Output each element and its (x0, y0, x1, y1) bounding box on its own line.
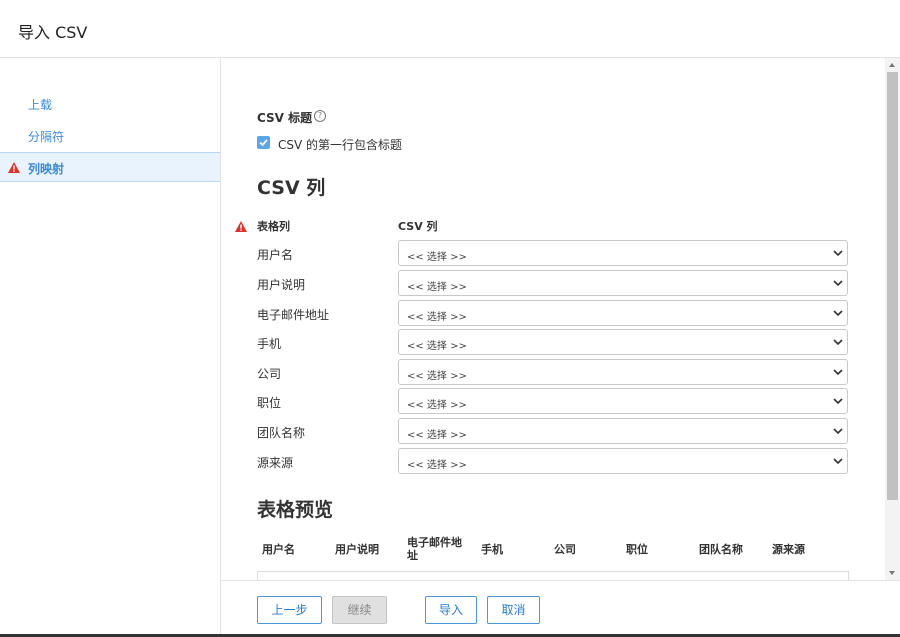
chevron-down-icon (833, 279, 843, 287)
chevron-down-icon (833, 309, 843, 317)
select-value: << 选择 >> (407, 426, 467, 441)
mapping-field-label: 源来源 (257, 454, 293, 471)
mapping-row: 公司 << 选择 >> (221, 358, 885, 386)
preview-column-header: 公司 (554, 543, 576, 556)
warning-icon (235, 217, 247, 228)
csv-column-select[interactable]: << 选择 >> (398, 448, 848, 474)
preview-column-header: 职位 (626, 543, 648, 556)
csv-column-select[interactable]: << 选择 >> (398, 329, 848, 355)
preview-column-header: 用户说明 (335, 543, 379, 556)
sidebar-item-label: 分隔符 (28, 128, 64, 145)
csv-column-select[interactable]: << 选择 >> (398, 359, 848, 385)
mapping-field-label: 手机 (257, 335, 281, 352)
mapping-row: 团队名称 << 选择 >> (221, 417, 885, 445)
import-csv-dialog: 导入 CSV 上载 分隔符 列映射 CSV 标题 ? CSV 的第一行包含标题 … (0, 0, 900, 637)
sidebar-item-column-mapping[interactable]: 列映射 (0, 152, 220, 182)
back-button[interactable]: 上一步 (257, 596, 322, 624)
mapping-field-label: 职位 (257, 394, 281, 411)
mapping-field-label: 团队名称 (257, 424, 305, 441)
mapping-row: 用户说明 << 选择 >> (221, 269, 885, 297)
chevron-down-icon (833, 338, 843, 346)
csv-column-select[interactable]: << 选择 >> (398, 388, 848, 414)
csv-column-select[interactable]: << 选择 >> (398, 270, 848, 296)
scroll-up-icon[interactable] (889, 63, 895, 67)
mapping-row: 用户名 << 选择 >> (221, 239, 885, 267)
first-row-header-label[interactable]: CSV 的第一行包含标题 (278, 136, 402, 153)
csv-column-select[interactable]: << 选择 >> (398, 240, 848, 266)
help-icon[interactable]: ? (314, 110, 326, 122)
mapping-row: 电子邮件地址 << 选择 >> (221, 299, 885, 327)
mapping-field-label: 电子邮件地址 (257, 306, 329, 323)
cancel-button[interactable]: 取消 (487, 596, 540, 624)
table-preview-title: 表格预览 (257, 495, 333, 522)
csv-column-header: CSV 列 (398, 218, 438, 234)
dialog-title: 导入 CSV (18, 19, 87, 43)
sidebar-item-delimiter[interactable]: 分隔符 (0, 120, 220, 150)
mapping-field-label: 用户说明 (257, 276, 305, 293)
chevron-down-icon (833, 457, 843, 465)
preview-column-header: 团队名称 (699, 543, 743, 556)
preview-column-header: 源来源 (772, 543, 805, 556)
mapping-field-label: 用户名 (257, 246, 293, 263)
select-value: << 选择 >> (407, 278, 467, 293)
preview-column-header: 用户名 (262, 543, 295, 556)
chevron-down-icon (833, 249, 843, 257)
mapping-row: 职位 << 选择 >> (221, 387, 885, 415)
main-content: CSV 标题 ? CSV 的第一行包含标题 CSV 列 表格列 CSV 列 用户… (221, 58, 885, 580)
chevron-down-icon (833, 368, 843, 376)
sidebar-item-label: 列映射 (28, 160, 64, 177)
first-row-header-checkbox[interactable] (257, 136, 270, 149)
chevron-down-icon (833, 397, 843, 405)
select-value: << 选择 >> (407, 396, 467, 411)
mapping-row: 手机 << 选择 >> (221, 328, 885, 356)
csv-columns-title: CSV 列 (257, 173, 325, 200)
preview-column-header: 手机 (481, 543, 503, 556)
csv-column-select[interactable]: << 选择 >> (398, 300, 848, 326)
preview-column-header: 电子邮件地址 (407, 536, 469, 562)
mapping-row: 源来源 << 选择 >> (221, 447, 885, 475)
select-value: << 选择 >> (407, 456, 467, 471)
scroll-down-icon[interactable] (889, 571, 895, 575)
vertical-scrollbar[interactable] (885, 58, 900, 580)
select-value: << 选择 >> (407, 337, 467, 352)
preview-table-body (257, 571, 849, 580)
csv-header-label: CSV 标题 (257, 109, 312, 126)
mapping-field-label: 公司 (257, 365, 281, 382)
title-bar: 导入 CSV (0, 0, 900, 58)
import-button[interactable]: 导入 (425, 596, 477, 624)
dialog-footer: 上一步 继续 导入 取消 (221, 580, 900, 637)
csv-column-select[interactable]: << 选择 >> (398, 418, 848, 444)
sidebar-item-label: 上载 (28, 96, 52, 113)
sidebar-item-upload[interactable]: 上载 (0, 88, 220, 118)
continue-button[interactable]: 继续 (332, 596, 387, 624)
warning-icon (8, 162, 20, 173)
select-value: << 选择 >> (407, 308, 467, 323)
chevron-down-icon (833, 427, 843, 435)
select-value: << 选择 >> (407, 248, 467, 263)
table-column-header: 表格列 (257, 218, 290, 234)
select-value: << 选择 >> (407, 367, 467, 382)
sidebar: 上载 分隔符 列映射 (0, 58, 221, 637)
scrollbar-thumb[interactable] (887, 72, 898, 500)
